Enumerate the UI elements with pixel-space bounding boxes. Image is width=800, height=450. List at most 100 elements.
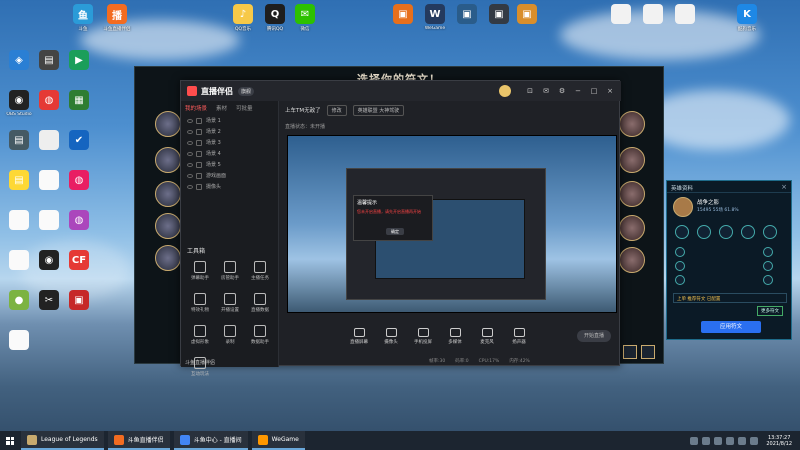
scene-item[interactable]: 场景 4 [181,148,278,159]
summoner-spell-icon[interactable] [623,345,637,359]
checkbox-icon[interactable] [196,150,202,157]
windows-start-icon[interactable] [3,434,17,448]
checkbox-icon[interactable] [196,128,202,135]
desktop-icon[interactable]: ▣ [386,4,420,26]
rune-icon[interactable] [719,225,733,239]
tool-button[interactable]: 弹幕助手 [185,261,215,281]
tray-icon[interactable] [702,436,711,445]
rune-panel[interactable]: 英雄资料 × 战争之影 15495 55场 61.8% 上单 推荐符文 已配置 … [666,180,792,340]
settings-icon[interactable]: ⚙ [557,86,567,96]
desktop-icon[interactable]: ▣ [62,290,96,312]
desktop-icon[interactable] [32,170,66,192]
rune-icon[interactable] [763,261,773,271]
start-live-button[interactable]: 开始直播 [577,330,611,342]
tool-button[interactable]: 开播设置 [215,293,245,313]
tool-button[interactable]: 特效礼物 [185,293,215,313]
source-button[interactable]: 扬声器 [503,327,535,345]
rune-icon[interactable] [697,225,711,239]
visibility-icon[interactable] [187,140,193,145]
desktop-icon[interactable]: ✔ [62,130,96,152]
desktop-icon[interactable]: ● [2,290,36,312]
stream-preview[interactable]: 温馨提示 您未开启直播，请先开启直播再开始 确定 [287,135,617,313]
desktop-icon[interactable]: ▤ [32,50,66,72]
scene-item[interactable]: 游戏画面 [181,170,278,181]
desktop-icon[interactable]: ◉ [32,250,66,272]
rune-icon[interactable] [675,225,689,239]
more-runes-button[interactable]: 更多符文 [757,306,783,316]
taskbar-item[interactable]: 斗鱼直播伴侣 [107,431,170,450]
checkbox-icon[interactable] [196,172,202,179]
visibility-icon[interactable] [187,129,193,134]
source-button[interactable]: 麦克风 [471,327,503,345]
desktop-icon[interactable] [2,330,36,352]
taskbar-item[interactable]: League of Legends [21,431,104,450]
maximize-icon[interactable]: □ [589,86,599,96]
clock[interactable]: 13:37:27 2021/8/12 [766,435,792,447]
tool-button[interactable]: 虚拟形象 [185,325,215,345]
rune-page-select[interactable]: 上单 推荐符文 已配置 [673,293,787,303]
ally-champion-avatar[interactable] [155,213,181,239]
desktop-icon[interactable]: ◍ [32,90,66,112]
network-icon[interactable] [738,436,747,445]
close-icon[interactable]: × [781,183,787,191]
tool-button[interactable]: 数据助手 [245,325,275,345]
streaming-assistant-window[interactable]: 直播伴侣 旗舰 ⊡ ✉ ⚙ − □ × 我的场景 素材 可批量 场景 1 场景 2… [180,80,621,377]
gift-icon[interactable]: ⊡ [525,86,535,96]
desktop-icon[interactable]: K 酷狗音乐 [730,4,764,32]
ally-champion-avatar[interactable] [155,181,181,207]
tool-button[interactable]: 主播任务 [245,261,275,281]
desktop-icon[interactable]: ◍ [62,210,96,232]
desktop-icon[interactable] [604,4,638,26]
rune-icon[interactable] [763,247,773,257]
checkbox-icon[interactable] [196,117,202,124]
desktop-icon[interactable]: ▣ [510,4,544,26]
apply-runes-button[interactable]: 应用符文 [701,321,761,333]
tool-button[interactable]: 直播数据 [245,293,275,313]
ally-champion-avatar[interactable] [155,245,181,271]
desktop-icon[interactable]: ▤ [2,170,36,192]
desktop-icon[interactable]: ◍ [62,170,96,192]
tray-icon[interactable] [714,436,723,445]
desktop-icon[interactable] [32,130,66,152]
minimize-icon[interactable]: − [573,86,583,96]
desktop-icon[interactable]: CF [62,250,96,272]
scene-item[interactable]: 摄像头 [181,181,278,192]
visibility-icon[interactable] [187,151,193,156]
rune-icon[interactable] [675,275,685,285]
source-button[interactable]: 摄像头 [375,327,407,345]
checkbox-icon[interactable] [196,183,202,190]
rune-icon[interactable] [675,247,685,257]
tab-materials[interactable]: 素材 [216,104,227,112]
source-button[interactable]: 直播屏幕 [343,327,375,345]
rune-icon[interactable] [763,225,777,239]
visibility-icon[interactable] [187,184,193,189]
taskbar-item[interactable]: 斗鱼中心 - 直播间 [173,431,248,450]
category-pill[interactable]: 英雄联盟 大神驾驶 [352,104,405,116]
rune-icon[interactable] [741,225,755,239]
source-button[interactable]: 手机投屏 [407,327,439,345]
desktop-icon[interactable]: ◉ OBS Studio [2,90,36,117]
desktop-icon[interactable]: ▶ [62,50,96,72]
visibility-icon[interactable] [187,118,193,123]
taskbar-item[interactable]: WeGame [251,431,305,450]
scene-item[interactable]: 场景 5 [181,159,278,170]
tool-button[interactable]: 房管助手 [215,261,245,281]
desktop-icon[interactable]: ▣ [450,4,484,26]
summoner-spell-icon[interactable] [641,345,655,359]
desktop-icon[interactable]: ✂ [32,290,66,312]
desktop-icon[interactable]: ✉ 微信 [288,4,322,32]
tab-my-scenes[interactable]: 我的场景 [185,104,207,112]
desktop-icon[interactable] [32,210,66,232]
desktop-icon[interactable] [2,250,36,272]
tool-button[interactable]: 录制 [215,325,245,345]
tray-icon[interactable] [690,436,699,445]
source-button[interactable]: 多媒体 [439,327,471,345]
desktop-icon[interactable]: W WeGame [418,4,452,31]
desktop-icon[interactable] [2,210,36,232]
desktop-icon[interactable]: ▦ [62,90,96,112]
mail-icon[interactable]: ✉ [541,86,551,96]
desktop-icon[interactable]: 播斗鱼直播伴侣 [100,4,134,32]
version-badge[interactable]: 旗舰 [238,86,255,96]
visibility-icon[interactable] [187,173,193,178]
close-icon[interactable]: × [605,86,615,96]
